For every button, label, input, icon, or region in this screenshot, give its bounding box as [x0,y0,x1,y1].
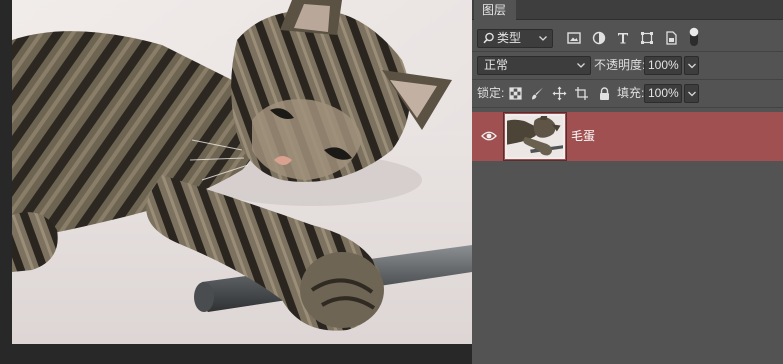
lock-artboard-icon[interactable] [574,86,589,101]
chevron-down-icon [539,36,547,41]
cat-photo[interactable] [12,0,472,344]
search-icon [483,32,494,44]
eye-icon[interactable] [481,129,497,143]
image-filter-icon[interactable] [566,30,582,46]
adjustment-filter-icon[interactable] [591,30,607,46]
opacity-label: 不透明度: [594,58,646,72]
lock-fill-bar: 锁定: 填充: 100% [472,80,783,108]
lock-position-icon[interactable] [552,86,567,101]
layers-panel: 图层 类型 正常 不透明度: 100% 锁定: 填充: 100% 毛蛋 [472,0,783,364]
opacity-dropdown-button[interactable] [684,56,699,75]
fill-label: 填充: [617,86,645,100]
blend-opacity-bar: 正常 不透明度: 100% [472,52,783,80]
layer-filter-bar: 类型 [472,24,783,52]
chevron-down-icon [688,63,696,69]
fill-dropdown-button[interactable] [684,84,699,103]
chevron-down-icon [688,91,696,97]
document-canvas[interactable] [0,0,472,364]
lock-transparent-icon[interactable] [508,86,523,101]
layer-name[interactable]: 毛蛋 [571,128,595,144]
smart-object-filter-icon[interactable] [663,30,679,46]
chevron-down-icon [577,63,585,68]
layer-item[interactable]: 毛蛋 [472,112,783,161]
opacity-input[interactable]: 100% [644,56,682,75]
filter-type-label: 类型 [497,31,522,45]
layer-thumbnail[interactable] [505,114,565,159]
tab-layers[interactable]: 图层 [474,0,516,20]
filter-type-select[interactable]: 类型 [477,29,553,48]
lock-image-icon[interactable] [530,86,545,101]
lock-all-icon[interactable] [597,86,612,101]
panel-tab-bar: 图层 [472,0,783,20]
lock-label: 锁定: [477,86,505,100]
blend-mode-select[interactable]: 正常 [477,56,591,75]
filter-toggle-switch[interactable] [689,27,699,47]
fill-input[interactable]: 100% [644,84,682,103]
blend-mode-value: 正常 [484,58,509,72]
shape-filter-icon[interactable] [639,30,655,46]
type-filter-icon[interactable] [615,30,631,46]
